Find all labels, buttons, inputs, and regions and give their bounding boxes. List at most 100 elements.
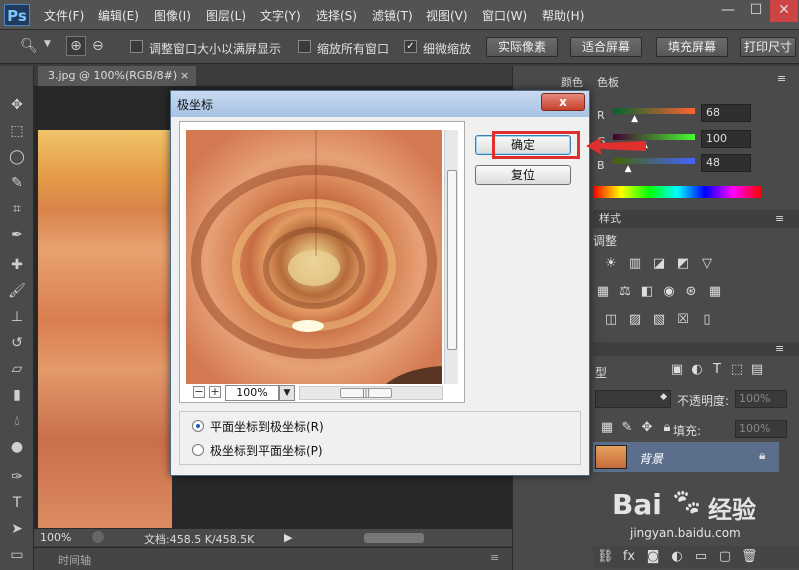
clone-stamp-icon[interactable]: ⊥ [8,308,26,326]
adjustments-menu-icon[interactable]: ≡ [775,210,784,228]
rect-to-polar-label[interactable]: 平面坐标到极坐标(R) [210,418,324,435]
selective-color-icon[interactable]: ☒ [675,312,691,328]
polar-to-rect-radio[interactable] [192,444,204,456]
filter-adjust-icon[interactable]: ◐ [689,362,705,378]
crop-tool-icon[interactable]: ⌗ [8,200,26,218]
curves-icon[interactable]: ◪ [651,256,667,272]
layer-name[interactable]: 背景 [639,450,663,467]
status-menu-arrow-icon[interactable]: ▶ [284,531,292,544]
filter-preview[interactable] [179,121,465,403]
new-layer-icon[interactable]: ▢ [717,549,733,565]
timeline-panel[interactable]: 时间轴 ≡ [34,547,512,570]
eraser-tool-icon[interactable]: ▱ [8,360,26,378]
preview-zoom-field[interactable]: 100% [225,385,279,401]
menu-type[interactable]: 文字(Y) [260,7,301,24]
blue-slider-thumb[interactable]: ▲ [625,164,632,174]
layer-row-background[interactable]: 背景 🔒︎ [593,442,779,472]
red-slider[interactable] [613,108,695,114]
lock-position-icon[interactable]: ✥ [639,420,655,436]
zoom-in-icon[interactable]: ⊕ [66,36,86,56]
dialog-titlebar[interactable]: 极坐标 x [171,91,589,117]
menu-window[interactable]: 窗口(W) [482,7,527,24]
quick-select-tool-icon[interactable]: ✎ [8,174,26,192]
move-tool-icon[interactable]: ✥ [8,96,26,114]
print-size-button[interactable]: 打印尺寸 [740,37,796,57]
preview-zoom-out-button[interactable]: − [193,386,205,398]
preview-horizontal-scrollbar[interactable]: ||| [299,386,443,400]
gradient-tool-icon[interactable]: ▮ [8,386,26,404]
opacity-field[interactable]: 100% [735,390,787,408]
filter-smart-icon[interactable]: ▤ [749,362,765,378]
red-value-field[interactable]: 68 [701,104,751,122]
lasso-tool-icon[interactable]: ◯ [8,148,26,166]
filter-type-icon[interactable]: T [709,362,725,378]
color-spectrum[interactable] [593,186,761,198]
tab-styles[interactable]: 样式 [599,210,621,228]
lock-transparency-icon[interactable]: ▦ [599,420,615,436]
color-balance-icon[interactable]: ⚖ [617,284,633,300]
threshold-icon[interactable]: ▧ [651,312,667,328]
marquee-tool-icon[interactable]: ⬚ [8,122,26,140]
brush-tool-icon[interactable]: 🖌︎ [8,282,26,300]
menu-image[interactable]: 图像(I) [154,7,191,24]
channel-mixer-icon[interactable]: ⊛ [683,284,699,300]
preview-image[interactable] [186,130,442,384]
new-adjustment-icon[interactable]: ◐ [669,549,685,565]
fill-field[interactable]: 100% [735,420,787,438]
menu-select[interactable]: 选择(S) [316,7,357,24]
blue-value-field[interactable]: 48 [701,154,751,172]
layer-filter-kind[interactable]: 型 [595,364,607,381]
scrubby-zoom-checkbox[interactable]: ✓ [404,40,417,53]
eyedropper-tool-icon[interactable]: ✒ [8,226,26,244]
dialog-close-icon[interactable]: x [541,93,585,111]
preview-vertical-thumb[interactable] [447,170,457,350]
zoom-tool-icon[interactable]: 🔍︎ [20,38,38,54]
reset-button[interactable]: 复位 [475,165,571,185]
layers-menu-icon[interactable]: ≡ [775,340,784,358]
red-slider-thumb[interactable]: ▲ [631,114,638,124]
blend-mode-select[interactable]: ◆ [595,390,671,408]
maximize-icon[interactable]: ☐ [742,0,770,22]
menu-edit[interactable]: 编辑(E) [98,7,139,24]
levels-icon[interactable]: ▥ [627,256,643,272]
pen-tool-icon[interactable]: ✑ [8,468,26,486]
zoom-level[interactable]: 100% [40,531,71,544]
layer-mask-icon[interactable]: ◙ [645,549,661,565]
fit-window-checkbox[interactable] [130,40,143,53]
link-layers-icon[interactable]: ⛓ [597,549,614,565]
canvas-image[interactable] [38,130,172,528]
photo-filter-icon[interactable]: ◉ [661,284,677,300]
shape-tool-icon[interactable]: ▭ [8,546,26,564]
path-select-tool-icon[interactable]: ➤ [8,520,26,538]
gradient-map-icon[interactable]: ▯ [699,312,715,328]
zoom-all-windows-checkbox[interactable] [298,40,311,53]
tab-swatches[interactable]: 色板 [597,74,619,92]
menu-file[interactable]: 文件(F) [44,7,84,24]
vibrance-icon[interactable]: ▽ [699,256,715,272]
green-value-field[interactable]: 100 [701,130,751,148]
invert-icon[interactable]: ◫ [603,312,619,328]
type-tool-icon[interactable]: T [8,494,26,512]
blur-tool-icon[interactable]: 💧︎ [8,412,26,430]
new-group-icon[interactable]: ▭ [693,549,709,565]
preview-zoom-in-button[interactable]: + [209,386,221,398]
panel-menu-icon[interactable]: ≡ [777,70,786,88]
menu-help[interactable]: 帮助(H) [542,7,584,24]
menu-layer[interactable]: 图层(L) [206,7,246,24]
timeline-menu-icon[interactable]: ≡ [490,551,499,564]
hue-saturation-icon[interactable]: ▦ [595,284,611,300]
tool-preset-dropdown-icon[interactable]: ▼ [44,39,51,49]
dodge-tool-icon[interactable]: ● [8,438,26,456]
brightness-icon[interactable]: ☀ [603,256,619,272]
minimize-icon[interactable]: — [714,0,742,22]
horizontal-scrollbar[interactable] [364,533,424,543]
preview-zoom-dropdown-icon[interactable]: ▼ [279,385,295,401]
healing-brush-icon[interactable]: ✚ [8,256,26,274]
lock-image-icon[interactable]: ✎ [619,420,635,436]
menu-filter[interactable]: 滤镜(T) [372,7,413,24]
window-close-icon[interactable]: ✕ [770,0,798,22]
black-white-icon[interactable]: ◧ [639,284,655,300]
filter-pixel-icon[interactable]: ▣ [669,362,685,378]
rect-to-polar-radio[interactable] [192,420,204,432]
color-lookup-icon[interactable]: ▦ [707,284,723,300]
